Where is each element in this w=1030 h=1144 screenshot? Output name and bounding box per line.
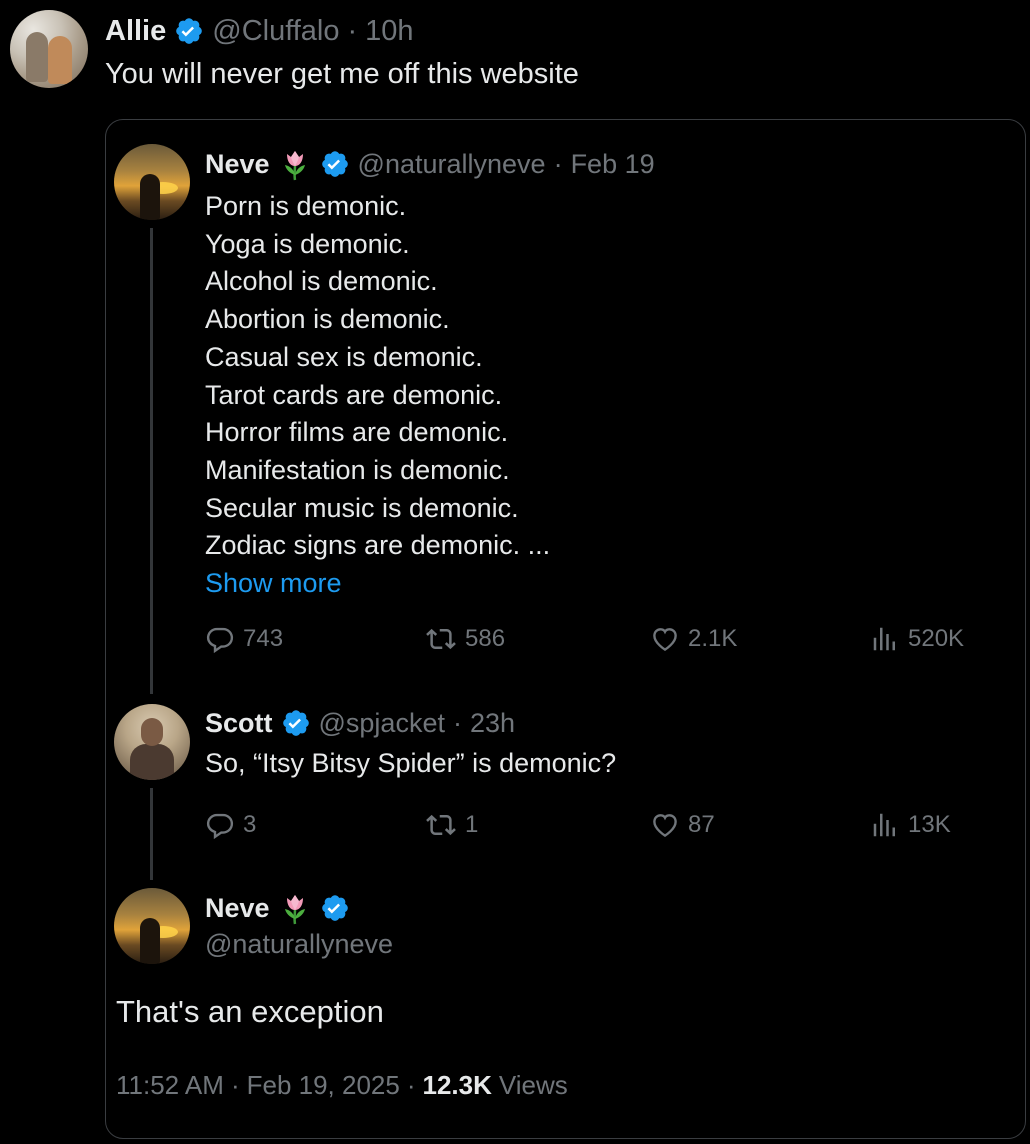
separator-dot: ·	[452, 707, 462, 738]
focal-tweet-text: That's an exception	[116, 994, 384, 1029]
repost-count: 586	[465, 625, 506, 652]
tweet-time[interactable]: Feb 19	[571, 149, 655, 180]
reply-button[interactable]: 3	[205, 810, 256, 840]
repost-icon	[425, 810, 457, 840]
verified-badge-icon	[281, 708, 311, 738]
author-name[interactable]: Allie	[105, 15, 166, 48]
repost-count: 1	[465, 811, 479, 838]
tweet-line: Secular music is demonic.	[205, 492, 519, 523]
quoted-tweet-body: Porn is demonic. Yoga is demonic. Alcoho…	[205, 188, 550, 603]
author-handle[interactable]: @naturallyneve	[358, 149, 546, 180]
separator-dot: ·	[230, 1070, 240, 1100]
tweet-line: Zodiac signs are demonic. ...	[205, 530, 551, 561]
neve-avatar[interactable]	[114, 144, 190, 220]
main-tweet-header: Allie @Cluffalo · 10h	[105, 12, 414, 50]
reply-tweet-text: So, “Itsy Bitsy Spider” is demonic?	[205, 748, 617, 778]
tweet-line: Yoga is demonic.	[205, 228, 410, 259]
heart-icon	[650, 810, 680, 840]
views-label: Views	[498, 1070, 568, 1100]
views-count: 13K	[908, 811, 951, 838]
views-count: 520K	[908, 625, 965, 652]
neve-avatar[interactable]	[114, 888, 190, 964]
tweet-line: Tarot cards are demonic.	[205, 379, 503, 410]
repost-button[interactable]: 586	[425, 624, 505, 654]
thread-line	[150, 788, 153, 880]
tulip-emoji-icon	[278, 147, 312, 181]
tweet-timestamp[interactable]: 11:52 AM	[116, 1070, 224, 1101]
author-name[interactable]: Neve	[205, 149, 270, 180]
avatar-figure	[140, 918, 160, 964]
heart-icon	[650, 624, 680, 654]
focal-tweet-header: Neve	[205, 889, 350, 927]
separator-dot: ·	[406, 1070, 416, 1100]
tweet-line: Horror films are demonic.	[205, 417, 509, 448]
avatar-figure	[140, 174, 160, 220]
views-chart-icon	[870, 624, 900, 654]
reply-count: 3	[243, 811, 257, 838]
like-count: 2.1K	[688, 625, 738, 652]
reply-icon	[205, 624, 235, 654]
like-button[interactable]: 87	[650, 810, 715, 840]
tweet-line: Porn is demonic.	[205, 191, 407, 221]
author-handle[interactable]: @naturallyneve	[205, 929, 393, 960]
tulip-emoji-icon	[278, 891, 312, 925]
avatar-figure	[141, 718, 163, 746]
show-more-link[interactable]: Show more	[205, 565, 550, 603]
views-button[interactable]: 520K	[870, 624, 964, 654]
author-handle[interactable]: @Cluffalo	[212, 15, 339, 48]
author-name[interactable]: Neve	[205, 893, 270, 924]
tweet-time[interactable]: 10h	[365, 15, 413, 48]
tweet-line: Casual sex is demonic.	[205, 341, 483, 372]
tweet-meta-line: 11:52 AM · Feb 19, 2025 · 12.3K Views	[116, 1070, 568, 1101]
reply-tweet-header: Scott @spjacket · 23h	[205, 704, 515, 742]
repost-icon	[425, 624, 457, 654]
tweet-date[interactable]: Feb 19, 2025	[247, 1070, 400, 1101]
reply-count: 743	[243, 625, 284, 652]
tweet-time[interactable]: 23h	[470, 708, 515, 739]
views-count: 12.3K	[422, 1070, 492, 1100]
verified-badge-icon	[320, 149, 350, 179]
verified-badge-icon	[174, 16, 204, 46]
avatar-figure	[26, 32, 48, 82]
tweet-text: You will never get me off this website	[105, 58, 579, 90]
tweet-line: Manifestation is demonic.	[205, 454, 510, 485]
author-handle[interactable]: @spjacket	[319, 708, 445, 739]
tweet-line: Abortion is demonic.	[205, 304, 450, 335]
avatar-figure	[48, 36, 72, 84]
like-count: 87	[688, 811, 715, 838]
separator-dot: ·	[347, 14, 358, 47]
repost-button[interactable]: 1	[425, 810, 478, 840]
reply-button[interactable]: 743	[205, 624, 283, 654]
separator-dot: ·	[553, 148, 563, 179]
scott-avatar[interactable]	[114, 704, 190, 780]
author-name[interactable]: Scott	[205, 708, 273, 739]
quoted-tweet-header: Neve @naturallyneve · Feb 19	[205, 145, 655, 183]
avatar-figure	[130, 744, 174, 780]
thread-line	[150, 228, 153, 694]
allie-avatar[interactable]	[10, 10, 88, 88]
views-button[interactable]: 13K	[870, 810, 951, 840]
verified-badge-icon	[320, 893, 350, 923]
views-chart-icon	[870, 810, 900, 840]
reply-icon	[205, 810, 235, 840]
tweet-line: Alcohol is demonic.	[205, 266, 438, 297]
like-button[interactable]: 2.1K	[650, 624, 737, 654]
